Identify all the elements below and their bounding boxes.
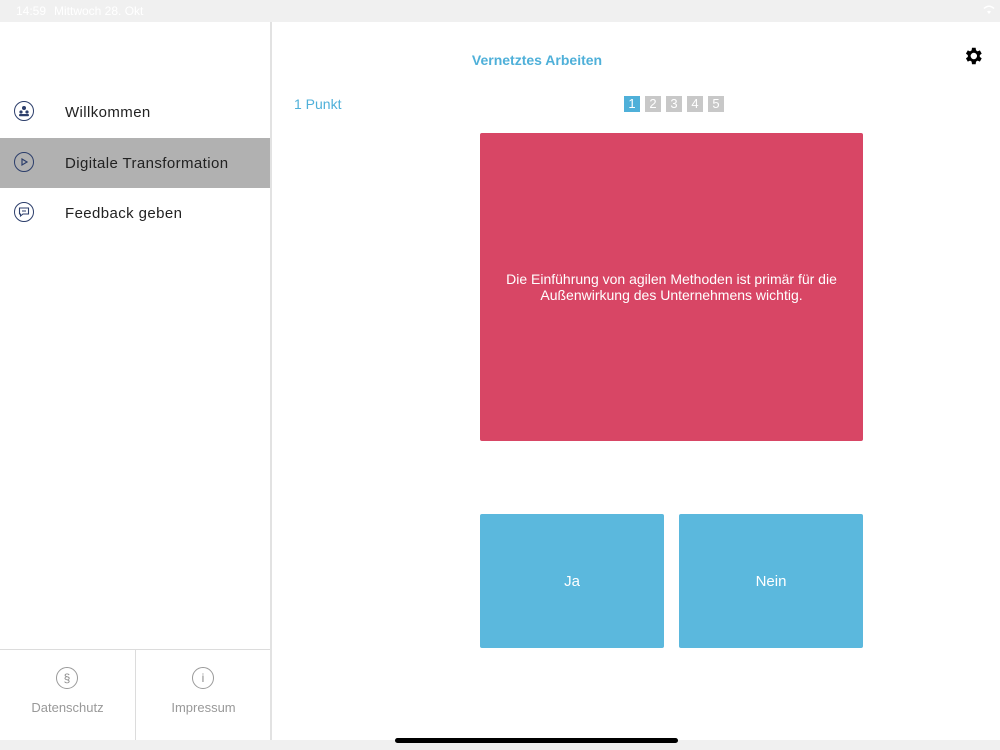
- sidebar-item-willkommen[interactable]: Willkommen: [0, 87, 270, 137]
- main-content: Vernetztes Arbeiten 1 Punkt 1 2 3 4 5 Di…: [272, 22, 1000, 740]
- sidebar-item-label: Feedback geben: [65, 204, 183, 222]
- page-indicator: 1 2 3 4 5: [624, 96, 724, 112]
- datenschutz-label: Datenschutz: [31, 700, 104, 715]
- question-card: Die Einführung von agilen Methoden ist p…: [480, 133, 863, 441]
- wifi-icon: [982, 3, 996, 18]
- people-icon: [14, 101, 34, 121]
- sidebar: Willkommen Digitale Transformation Feedb…: [0, 22, 272, 740]
- page-number[interactable]: 5: [708, 96, 724, 112]
- gear-icon[interactable]: [962, 45, 984, 67]
- page-title: Vernetztes Arbeiten: [471, 52, 603, 68]
- impressum-button[interactable]: i Impressum: [136, 650, 271, 740]
- status-time: 14:59: [16, 4, 47, 18]
- status-date: Mittwoch 28. Okt: [54, 4, 144, 18]
- question-text: Die Einführung von agilen Methoden ist p…: [506, 271, 837, 303]
- page-number[interactable]: 1: [624, 96, 640, 112]
- home-indicator[interactable]: [395, 738, 678, 743]
- points-label: 1 Punkt: [294, 96, 342, 112]
- play-icon: [14, 152, 34, 172]
- info-icon: i: [192, 667, 214, 689]
- no-button[interactable]: Nein: [679, 514, 863, 648]
- page-number[interactable]: 2: [645, 96, 661, 112]
- status-bar: 14:59 Mittwoch 28. Okt: [0, 0, 1000, 22]
- paragraph-icon: §: [56, 667, 78, 689]
- page-number[interactable]: 3: [666, 96, 682, 112]
- sidebar-item-label: Willkommen: [65, 103, 151, 121]
- sidebar-item-digitale-transformation[interactable]: Digitale Transformation: [0, 138, 270, 188]
- yes-button[interactable]: Ja: [480, 514, 664, 648]
- speech-bubble-icon: [14, 202, 34, 222]
- sidebar-item-feedback[interactable]: Feedback geben: [0, 188, 270, 238]
- sidebar-footer: § Datenschutz i Impressum: [0, 649, 270, 740]
- sidebar-item-label: Digitale Transformation: [65, 154, 229, 172]
- page-number[interactable]: 4: [687, 96, 703, 112]
- datenschutz-button[interactable]: § Datenschutz: [0, 650, 136, 740]
- impressum-label: Impressum: [171, 700, 236, 715]
